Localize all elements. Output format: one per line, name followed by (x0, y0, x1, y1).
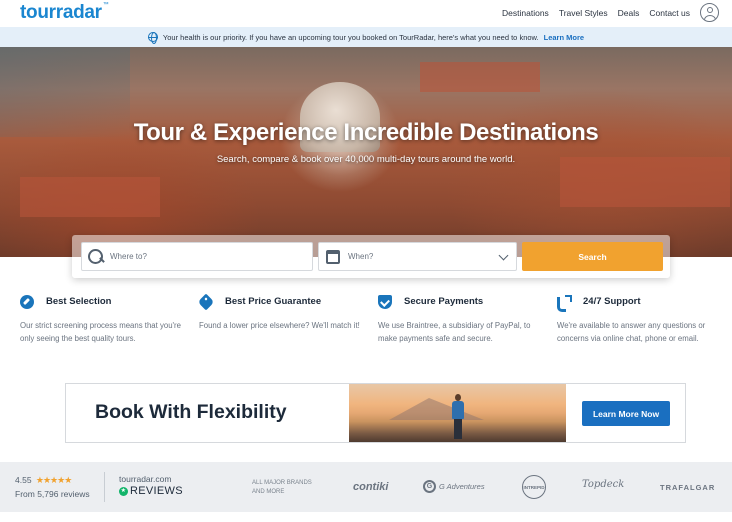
flexibility-banner: Book With Flexibility Learn More Now (65, 383, 686, 443)
feature-title: Best Selection (46, 296, 112, 307)
rating-summary: 4.55 ★★★★★ From 5,796 reviews (15, 475, 90, 499)
feature-title: Secure Payments (404, 296, 484, 307)
shield-check-icon (378, 295, 392, 309)
brand-topdeck-logo: Topdeck (582, 479, 625, 490)
date-placeholder[interactable]: When? (348, 252, 373, 261)
nav-travel-styles[interactable]: Travel Styles (559, 8, 608, 18)
nav-contact-us[interactable]: Contact us (649, 8, 690, 18)
hero-roof (420, 62, 540, 92)
person-body (452, 401, 464, 419)
reviews-badge[interactable]: tourradar.com ★ REVIEWS (119, 474, 183, 497)
chevron-down-icon[interactable] (498, 250, 509, 261)
reviews-logo: ★ REVIEWS (119, 485, 183, 497)
search-panel: Where to? When? Search (72, 235, 670, 278)
notice-learn-more-link[interactable]: Learn More (544, 33, 584, 42)
avatar-head (707, 7, 713, 13)
brand-intrepid-logo: INTREPID (522, 475, 546, 499)
user-account-icon[interactable] (700, 3, 719, 22)
logo-text[interactable]: tourradar (20, 2, 102, 23)
gadventures-text: G Adventures (439, 482, 485, 491)
brand-trafalgar-logo: TRAFALGAR (660, 483, 716, 492)
banner-person (451, 394, 465, 440)
banner-title: Book With Flexibility (95, 401, 287, 423)
logo-trademark: ™ (102, 2, 109, 8)
nav-deals[interactable]: Deals (618, 8, 640, 18)
divider (104, 472, 105, 502)
phone-icon (557, 295, 572, 312)
person-head (455, 394, 461, 401)
health-notice-bar: Your health is our priority. If you have… (0, 27, 732, 47)
notice-text: Your health is our priority. If you have… (162, 32, 539, 42)
learn-more-now-button[interactable]: Learn More Now (582, 401, 670, 426)
hero-roof (20, 177, 160, 217)
rating-stars: ★★★★★ (35, 475, 72, 485)
globe-icon (147, 32, 158, 44)
feature-description: Found a lower price elsewhere? We'll mat… (199, 321, 360, 330)
header: tourradar™ Destinations Travel Styles De… (0, 0, 732, 27)
trust-bar: 4.55 ★★★★★ From 5,796 reviews tourradar.… (0, 462, 732, 512)
hero-subtitle: Search, compare & book over 40,000 multi… (216, 154, 516, 165)
feature-description: We use Braintree, a subsidiary of PayPal… (378, 321, 531, 343)
rating-value: 4.55 (15, 475, 32, 485)
hero-section: Tour & Experience Incredible Destination… (0, 47, 732, 257)
nav-destinations[interactable]: Destinations (502, 8, 549, 18)
banner-mountain (389, 398, 484, 420)
gadventures-g-icon: G (423, 480, 436, 493)
hero-title: Tour & Experience Incredible Destination… (133, 119, 599, 146)
brand-gadventures-logo: G G Adventures (423, 480, 485, 493)
brands-label-line1: ALL MAJOR BRANDS (252, 480, 312, 486)
brand-contiki-logo: contiki (353, 481, 389, 493)
reviews-label: REVIEWS (130, 485, 183, 497)
rating-count: From 5,796 reviews (15, 489, 90, 499)
brands-label-line2: AND MORE (252, 489, 285, 495)
reviews-site: tourradar.com (119, 474, 172, 484)
search-button[interactable]: Search (522, 242, 663, 271)
banner-image (349, 384, 566, 442)
compass-icon (20, 295, 34, 309)
feature-title: 24/7 Support (583, 296, 641, 307)
feature-description: Our strict screening process means that … (20, 321, 181, 343)
price-tag-icon (197, 293, 215, 311)
date-select[interactable]: When? (318, 242, 517, 271)
avatar-body (704, 15, 716, 21)
calendar-icon (326, 249, 340, 264)
feature-description: We're available to answer any questions … (557, 321, 706, 343)
destination-field[interactable]: Where to? (81, 242, 313, 271)
feature-title: Best Price Guarantee (225, 296, 322, 307)
brands-label: ALL MAJOR BRANDS AND MORE (252, 479, 312, 497)
search-icon (88, 248, 104, 265)
reviews-star-icon: ★ (119, 486, 128, 496)
main-nav: Destinations Travel Styles Deals Contact… (502, 8, 690, 18)
tourradar-logo[interactable]: tourradar™ (20, 2, 109, 24)
destination-placeholder[interactable]: Where to? (110, 252, 147, 261)
person-legs (454, 419, 462, 439)
